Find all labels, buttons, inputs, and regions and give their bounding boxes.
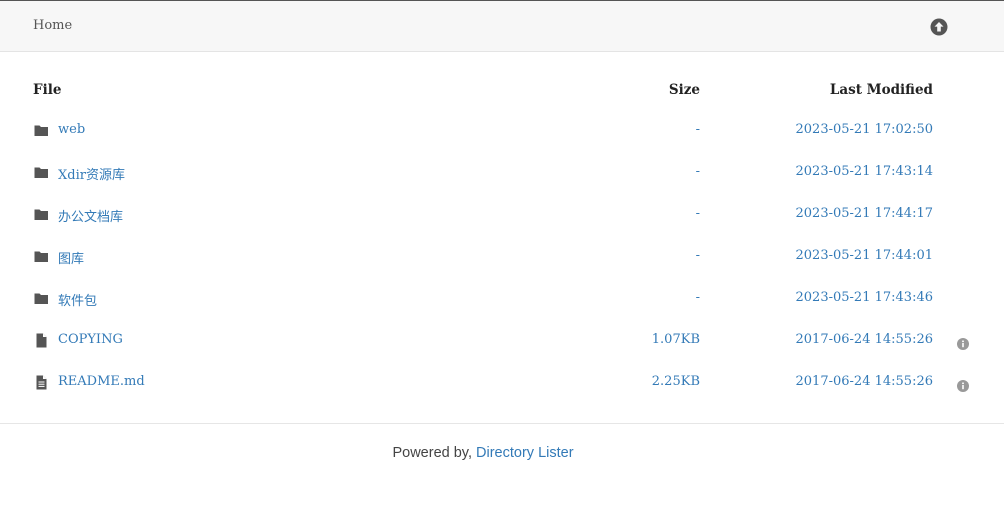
folder-icon xyxy=(34,291,49,306)
folder-icon xyxy=(34,249,49,264)
entry-name-link[interactable]: web xyxy=(58,122,85,137)
folder-row[interactable]: 软件包 - 2023-05-21 17:43:46 xyxy=(0,278,1004,320)
entry-name-link[interactable]: 图库 xyxy=(58,248,84,267)
entry-size: 2.25KB xyxy=(651,374,700,389)
column-header-row: File Size Last Modified xyxy=(0,82,1004,102)
entry-modified: 2023-05-21 17:43:14 xyxy=(795,164,933,179)
column-header-size[interactable]: Size xyxy=(560,82,700,98)
info-icon[interactable] xyxy=(957,335,969,350)
breadcrumb-home[interactable]: Home xyxy=(33,18,72,33)
footer-powered-by-text: Powered by, xyxy=(392,445,477,461)
entry-size: - xyxy=(695,290,700,305)
entry-name-link[interactable]: COPYING xyxy=(58,332,123,347)
entry-modified: 2023-05-21 17:02:50 xyxy=(795,122,933,137)
entry-size: 1.07KB xyxy=(651,332,700,347)
folder-row[interactable]: 办公文档库 - 2023-05-21 17:44:17 xyxy=(0,194,1004,236)
folder-row[interactable]: Xdir资源库 - 2023-05-21 17:43:14 xyxy=(0,152,1004,194)
entry-name-link[interactable]: 软件包 xyxy=(58,290,97,309)
entry-modified: 2017-06-24 14:55:26 xyxy=(795,332,933,347)
entry-modified: 2017-06-24 14:55:26 xyxy=(795,374,933,389)
entry-modified: 2023-05-21 17:44:17 xyxy=(795,206,933,221)
column-header-modified[interactable]: Last Modified xyxy=(730,82,933,98)
folder-row[interactable]: 图库 - 2023-05-21 17:44:01 xyxy=(0,236,1004,278)
entry-size: - xyxy=(695,206,700,221)
entry-name-link[interactable]: 办公文档库 xyxy=(58,206,123,225)
folder-icon xyxy=(34,123,49,138)
entry-size: - xyxy=(695,248,700,263)
info-icon[interactable] xyxy=(957,377,969,392)
file-icon xyxy=(34,333,49,348)
entry-name-link[interactable]: README.md xyxy=(58,374,145,389)
entry-size: - xyxy=(695,122,700,137)
file-row[interactable]: README.md 2.25KB 2017-06-24 14:55:26 xyxy=(0,362,1004,404)
file-row[interactable]: COPYING 1.07KB 2017-06-24 14:55:26 xyxy=(0,320,1004,362)
entry-name-link[interactable]: Xdir资源库 xyxy=(58,164,125,183)
folder-row[interactable]: web - 2023-05-21 17:02:50 xyxy=(0,110,1004,152)
folder-icon xyxy=(34,207,49,222)
arrow-circle-up-icon[interactable] xyxy=(930,18,948,36)
top-bar: Home xyxy=(0,0,1004,52)
entry-size: - xyxy=(695,164,700,179)
footer-divider xyxy=(0,423,1004,424)
footer: Powered by, Directory Lister xyxy=(0,445,966,461)
entry-modified: 2023-05-21 17:44:01 xyxy=(795,248,933,263)
entry-modified: 2023-05-21 17:43:46 xyxy=(795,290,933,305)
folder-icon xyxy=(34,165,49,180)
directory-lister-link[interactable]: Directory Lister xyxy=(476,445,574,461)
file-text-icon xyxy=(34,375,49,390)
column-header-file[interactable]: File xyxy=(33,82,61,98)
